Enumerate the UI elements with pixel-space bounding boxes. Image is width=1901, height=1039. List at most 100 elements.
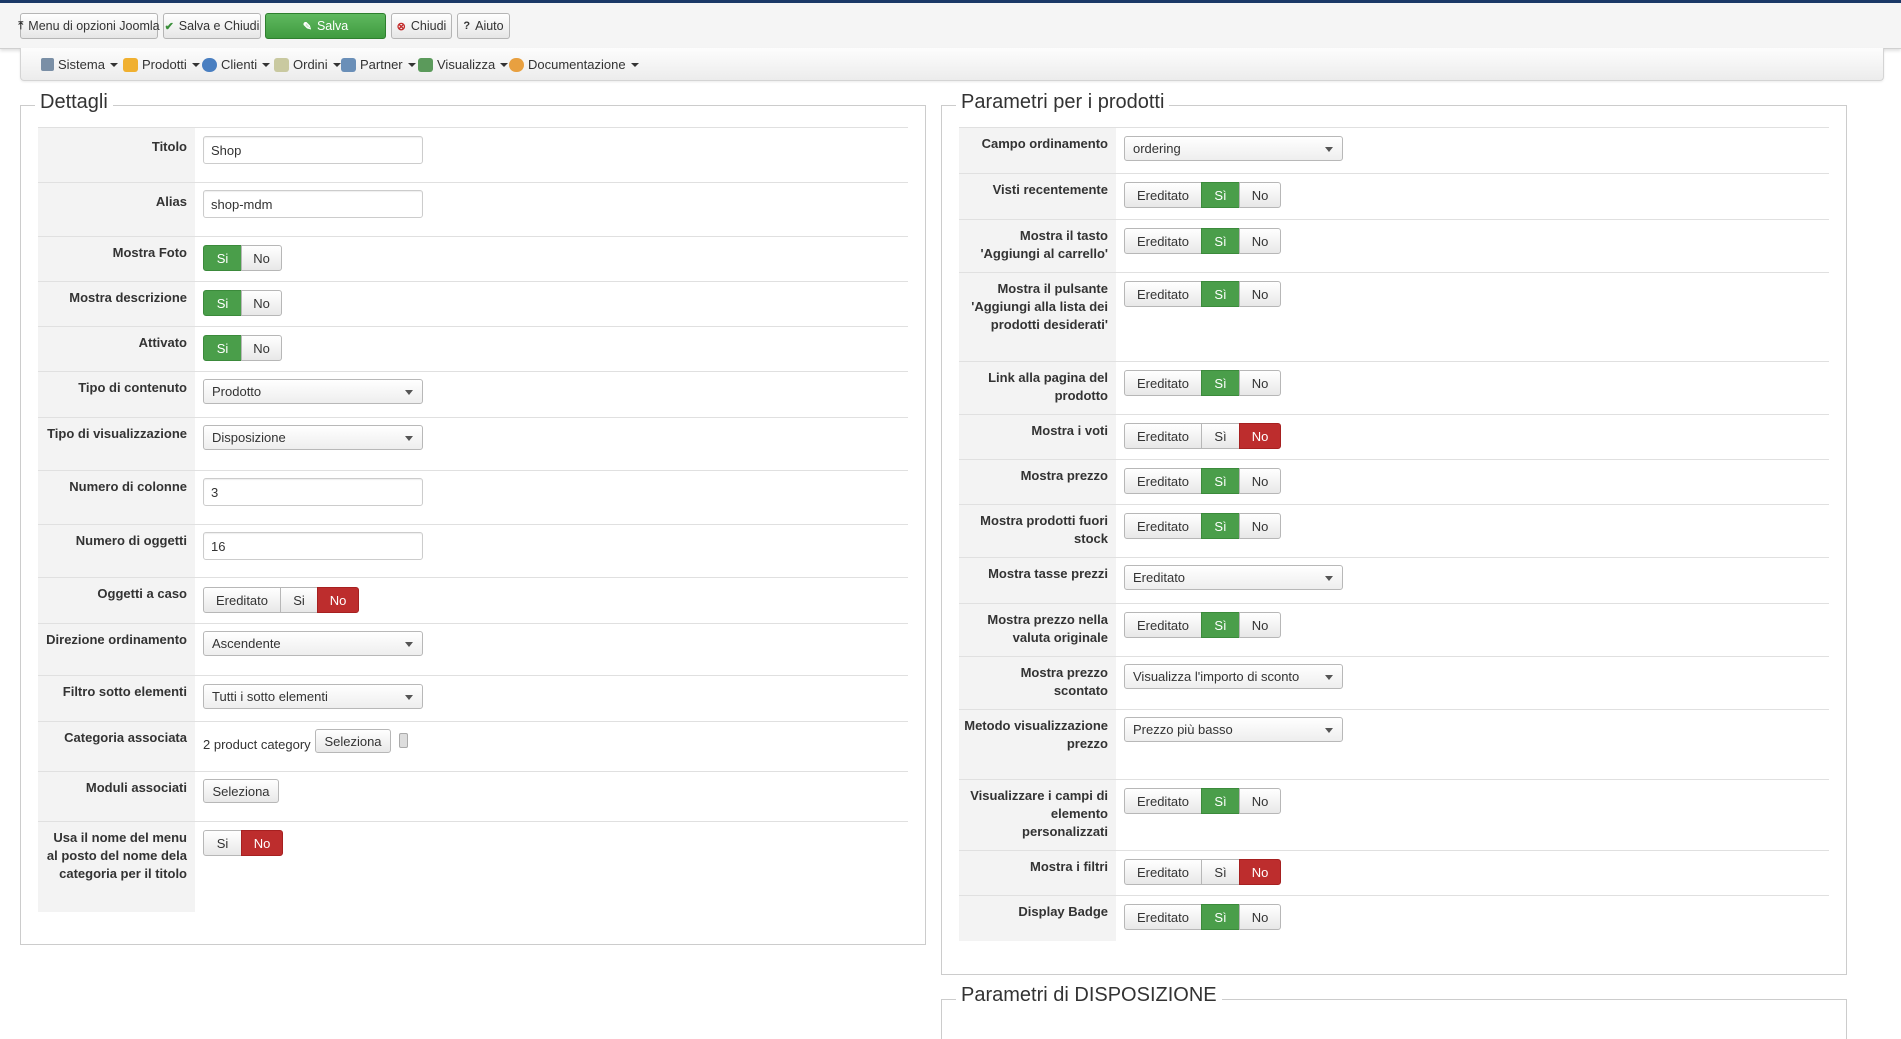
row-categoria: Categoria associata [38,721,908,772]
scontato-select[interactable]: Visualizza l'importo di sconto [1124,664,1343,689]
mostra-foto-label: Mostra Foto [38,237,195,282]
campo-ordinamento-select[interactable]: ordering [1124,136,1343,161]
mostra-foto-si[interactable]: Si [203,245,242,271]
save-close-button[interactable]: ✔ Salva e Chiudi [163,13,261,39]
badge-no[interactable]: No [1239,904,1281,930]
valuta-ereditato[interactable]: Ereditato [1124,612,1202,638]
fuori-stock-si[interactable]: Sì [1201,513,1240,539]
menu-partner[interactable]: Partner [341,57,416,72]
row-scontato: Mostra prezzo scontato [959,656,1829,710]
chevron-down-icon [407,62,416,67]
display-icon [418,57,433,72]
pulsante-lista-label: Mostra il pulsante 'Aggiungi alla lista … [959,273,1116,362]
prezzo-no[interactable]: No [1239,468,1281,494]
prezzo-si[interactable]: Sì [1201,468,1240,494]
attivato-si[interactable]: Si [203,335,242,361]
filtro-select[interactable]: Tutti i sotto elementi [203,684,423,709]
tasse-select[interactable]: Ereditato [1124,565,1343,590]
moduli-seleziona-button[interactable]: Seleziona [203,779,279,803]
usa-nome-label: Usa il nome del menu al posto del nome d… [38,822,195,912]
oggetti-caso-ereditato[interactable]: Ereditato [203,587,281,613]
mostra-descrizione-toggle: Si No [203,290,282,316]
tasto-carrello-si[interactable]: Sì [1201,228,1240,254]
menu-options-label: Menu di opzioni Joomla [28,19,160,33]
usa-nome-si[interactable]: Si [203,830,242,856]
help-button[interactable]: ? Aiuto [457,13,510,39]
row-direzione: Direzione ordinamento [38,623,908,676]
save-button[interactable]: ✎ Salva [265,13,386,39]
attivato-no[interactable]: No [241,335,282,361]
link-pagina-no[interactable]: No [1239,370,1281,396]
mostra-foto-no[interactable]: No [241,245,282,271]
details-legend: Dettagli [35,91,113,114]
menu-documentazione[interactable]: Documentazione [509,57,639,72]
menu-visualizza-label: Visualizza [437,57,496,72]
categoria-label: Categoria associata [38,722,195,772]
prezzo-ereditato[interactable]: Ereditato [1124,468,1202,494]
fuori-stock-ereditato[interactable]: Ereditato [1124,513,1202,539]
filtri-label: Mostra i filtri [959,851,1116,896]
oggetti-caso-toggle: Ereditato Si No [203,587,359,613]
pulsante-lista-no[interactable]: No [1239,281,1281,307]
menu-ordini[interactable]: Ordini [274,57,341,72]
visti-ereditato[interactable]: Ereditato [1124,182,1202,208]
pulsante-lista-si[interactable]: Sì [1201,281,1240,307]
menu-options-button[interactable]: ⤒ Menu di opzioni Joomla [18,13,160,39]
usa-nome-no[interactable]: No [241,830,283,856]
valuta-si[interactable]: Sì [1201,612,1240,638]
categoria-seleziona-button[interactable]: Seleziona [315,729,391,753]
campi-si[interactable]: Sì [1201,788,1240,814]
trash-icon[interactable] [399,733,408,748]
visti-si[interactable]: Sì [1201,182,1240,208]
mostra-descrizione-si[interactable]: Si [203,290,242,316]
attivato-toggle: Si No [203,335,282,361]
numero-colonne-input[interactable]: 3 [203,478,423,506]
oggetti-caso-si[interactable]: Si [280,587,318,613]
badge-label: Display Badge [959,896,1116,941]
tipo-visualizzazione-select[interactable]: Disposizione [203,425,423,450]
oggetti-caso-no[interactable]: No [317,587,359,613]
badge-si[interactable]: Sì [1201,904,1240,930]
direzione-select[interactable]: Ascendente [203,631,423,656]
filtri-ereditato[interactable]: Ereditato [1124,859,1202,885]
tasto-carrello-label: Mostra il tasto 'Aggiungi al carrello' [959,220,1116,273]
link-pagina-ereditato[interactable]: Ereditato [1124,370,1202,396]
campi-ereditato[interactable]: Ereditato [1124,788,1202,814]
row-alias: Alias [38,182,908,237]
voti-no[interactable]: No [1239,423,1281,449]
mostra-descrizione-no[interactable]: No [241,290,282,316]
tipo-contenuto-select[interactable]: Prodotto [203,379,423,404]
titolo-input[interactable]: Shop [203,136,423,164]
row-titolo: Titolo [38,127,908,183]
link-pagina-si[interactable]: Sì [1201,370,1240,396]
close-button[interactable]: ⊗ Chiudi [391,13,452,39]
campo-ordinamento-label: Campo ordinamento [959,128,1116,174]
menu-visualizza[interactable]: Visualizza [418,57,509,72]
row-link-pagina: Link alla pagina del prodotto [959,361,1829,415]
pulsante-lista-ereditato[interactable]: Ereditato [1124,281,1202,307]
voti-si[interactable]: Sì [1201,423,1240,449]
campi-no[interactable]: No [1239,788,1281,814]
row-tasto-carrello: Mostra il tasto 'Aggiungi al carrello' [959,219,1829,273]
valuta-no[interactable]: No [1239,612,1281,638]
alias-input[interactable]: shop-mdm [203,190,423,218]
numero-oggetti-input[interactable]: 16 [203,532,423,560]
chevron-down-icon [332,62,341,67]
badge-ereditato[interactable]: Ereditato [1124,904,1202,930]
tasto-carrello-ereditato[interactable]: Ereditato [1124,228,1202,254]
visti-no[interactable]: No [1239,182,1281,208]
metodo-label: Metodo visualizzazione prezzo [959,710,1116,780]
prezzo-label: Mostra prezzo [959,460,1116,505]
tasto-carrello-no[interactable]: No [1239,228,1281,254]
filtri-no[interactable]: No [1239,859,1281,885]
orders-icon [274,57,289,72]
metodo-select[interactable]: Prezzo più basso [1124,717,1343,742]
menu-sistema[interactable]: Sistema [41,57,118,72]
menu-prodotti[interactable]: Prodotti [123,57,200,72]
voti-ereditato[interactable]: Ereditato [1124,423,1202,449]
chevron-down-icon [500,62,509,67]
fuori-stock-no[interactable]: No [1239,513,1281,539]
fuori-stock-label: Mostra prodotti fuori stock [959,505,1116,558]
menu-clienti[interactable]: Clienti [202,57,271,72]
filtri-si[interactable]: Sì [1201,859,1240,885]
